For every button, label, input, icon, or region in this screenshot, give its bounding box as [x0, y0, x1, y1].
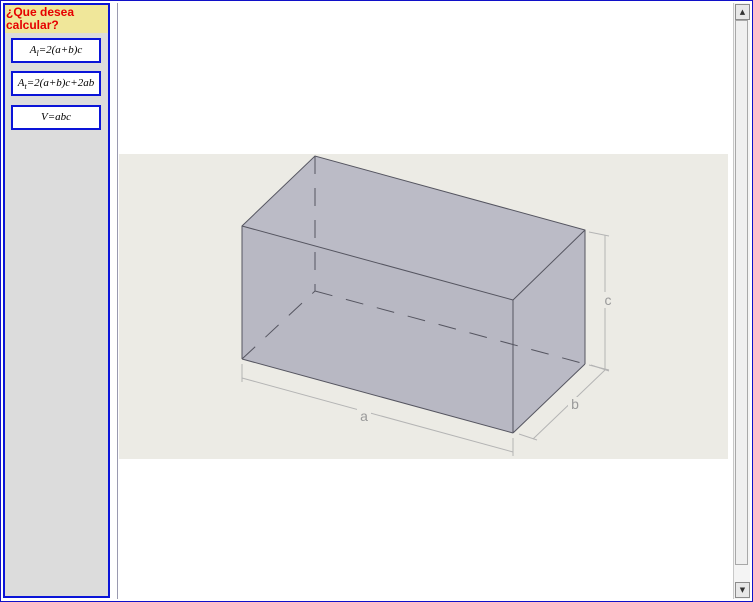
sidebar: ¿Que desea calcular? Al=2(a+b)c At=2(a+b…: [3, 3, 110, 598]
total-area-label: A: [17, 77, 25, 89]
lateral-area-button[interactable]: Al=2(a+b)c: [11, 38, 101, 63]
scroll-down-button[interactable]: ▼: [735, 582, 750, 598]
volume-button[interactable]: V=abc: [11, 105, 101, 130]
lateral-area-formula: =2(a+b)c: [38, 44, 83, 56]
total-area-formula: =2(a+b)c+2ab: [26, 77, 95, 89]
sidebar-title: ¿Que desea calcular?: [5, 5, 108, 33]
scroll-thumb[interactable]: [735, 20, 748, 565]
content-divider: [117, 3, 118, 599]
box-diagram: a b c: [119, 154, 728, 459]
scroll-up-button[interactable]: ▲: [735, 4, 750, 20]
volume-label: V=abc: [40, 111, 72, 123]
dim-b-label: b: [571, 396, 579, 412]
dim-a-label: a: [360, 408, 368, 424]
total-area-button[interactable]: At=2(a+b)c+2ab: [11, 71, 101, 96]
vertical-scrollbar[interactable]: ▲ ▼: [733, 3, 750, 599]
dim-c-label: c: [605, 292, 612, 308]
